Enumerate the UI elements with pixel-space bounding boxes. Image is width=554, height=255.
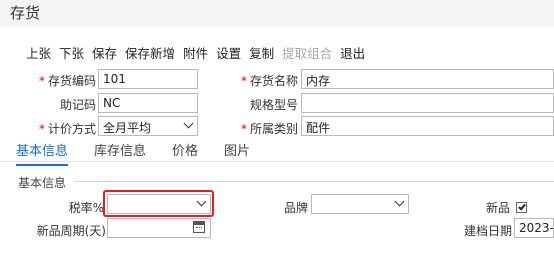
detail-tabs: 基本信息 库存信息 价格 图片 <box>16 140 276 166</box>
new-product-label: 新品 <box>485 201 510 215</box>
prev-record-button[interactable]: 上张 <box>26 43 51 61</box>
mnemonic-label: 助记码 <box>59 98 96 112</box>
pricing-label: * 计价方式 <box>38 122 96 136</box>
pricing-value: 全月平均 <box>103 121 152 135</box>
extract-combo-button[interactable]: 提取组合 <box>282 43 332 61</box>
tab-price[interactable]: 价格 <box>172 140 198 166</box>
group-divider <box>74 181 554 182</box>
attachment-button[interactable]: 附件 <box>183 43 208 61</box>
name-input[interactable]: 内存 <box>301 69 554 89</box>
basic-info-group-title: 基本信息 <box>18 176 67 190</box>
save-button[interactable]: 保存 <box>92 43 117 61</box>
spec-input[interactable] <box>301 93 554 113</box>
tab-basic-info[interactable]: 基本信息 <box>16 140 69 166</box>
brand-select[interactable] <box>311 194 409 214</box>
highlight-box <box>103 190 214 217</box>
toolbar: 上张 下张 保存 保存新增 附件 设置 复制 提取组合 退出 <box>26 43 373 61</box>
chevron-down-icon <box>394 196 405 207</box>
exit-button[interactable]: 退出 <box>340 43 365 61</box>
checkmark-icon <box>518 202 526 211</box>
next-record-button[interactable]: 下张 <box>59 43 84 61</box>
pricing-select[interactable]: 全月平均 <box>98 116 198 136</box>
category-label: * 所属类别 <box>240 122 298 136</box>
tax-rate-label: 税率% <box>68 201 104 215</box>
save-and-new-button[interactable]: 保存新增 <box>125 43 175 61</box>
brand-label: 品牌 <box>283 201 308 215</box>
calendar-icon[interactable] <box>193 221 205 233</box>
new-product-checkbox[interactable] <box>516 202 527 213</box>
name-label: * 存货名称 <box>240 74 298 88</box>
created-date-label: 建档日期 <box>463 224 512 238</box>
created-date-input[interactable]: 2023-10 <box>514 218 554 238</box>
new-cycle-label: 新品周期(天) <box>36 224 106 238</box>
code-input[interactable]: 101 <box>98 69 198 89</box>
tab-divider <box>0 161 554 162</box>
tab-stock-info[interactable]: 库存信息 <box>94 140 146 166</box>
mnemonic-input[interactable]: NC <box>98 93 198 113</box>
chevron-down-icon <box>183 118 194 129</box>
tab-images[interactable]: 图片 <box>224 140 250 166</box>
settings-button[interactable]: 设置 <box>216 43 241 61</box>
category-input[interactable]: 配件 <box>301 116 554 136</box>
code-label: * 存货编码 <box>38 74 96 88</box>
copy-button[interactable]: 复制 <box>249 43 274 61</box>
window-title: 存货 <box>10 4 41 22</box>
spec-label: 规格型号 <box>249 98 298 112</box>
title-bar: 存货 <box>0 0 554 27</box>
